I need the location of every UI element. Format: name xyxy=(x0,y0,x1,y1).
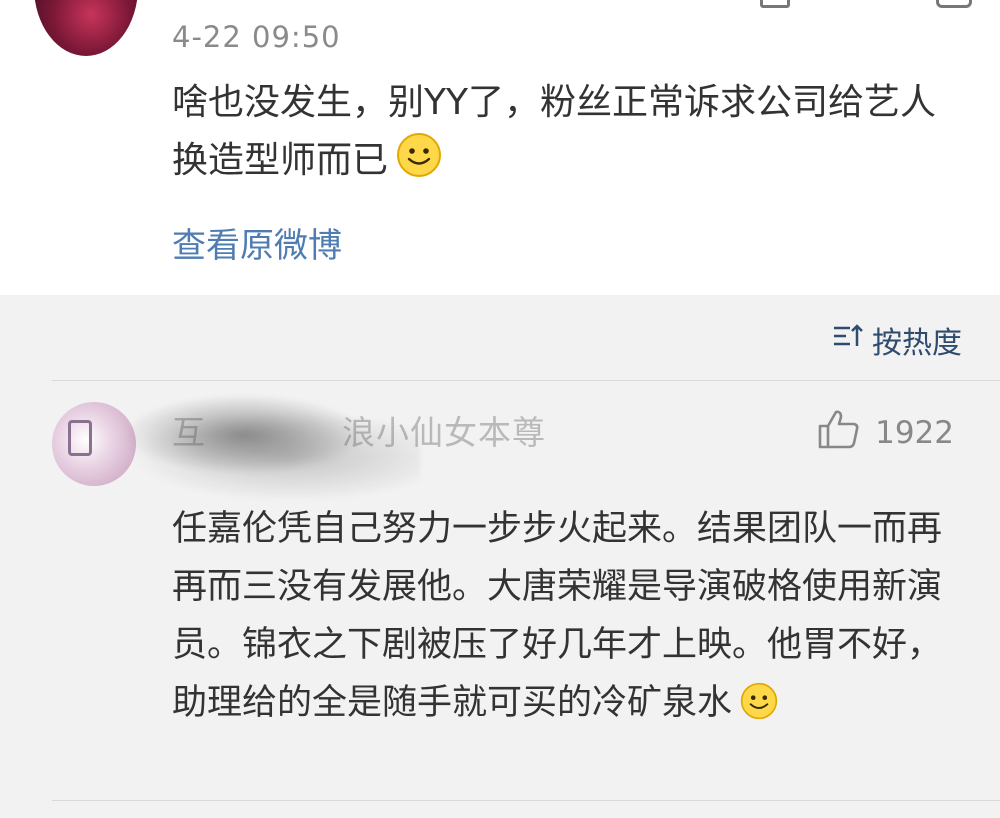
post-date: 4-22 09:50 xyxy=(172,20,341,54)
comment-icon[interactable] xyxy=(936,0,972,8)
comment-like-button[interactable]: 1922 xyxy=(817,408,954,458)
thumbs-up-icon xyxy=(817,408,861,458)
post-author-avatar[interactable] xyxy=(34,0,138,56)
repost-icon[interactable] xyxy=(760,0,790,8)
post-text: 啥也没发生，别YY了，粉丝正常诉求公司给艺人换造型师而已 xyxy=(172,74,962,196)
post-card: 4-22 09:50 啥也没发生，别YY了，粉丝正常诉求公司给艺人换造型师而已 … xyxy=(0,0,1000,295)
sort-by-hot-button[interactable]: 按热度 xyxy=(832,318,962,362)
divider xyxy=(52,800,1000,801)
like-count: 1922 xyxy=(875,415,954,451)
smile-emoji-icon xyxy=(396,132,442,196)
username-blur-mask xyxy=(100,396,420,506)
sort-label: 按热度 xyxy=(872,326,962,361)
post-text-body: 啥也没发生，别YY了，粉丝正常诉求公司给艺人换造型师而已 xyxy=(172,82,936,181)
comment-text-body: 任嘉伦凭自己努力一步步火起来。结果团队一而再再而三没有发展他。大唐荣耀是导演破格… xyxy=(172,509,943,723)
smile-emoji-icon xyxy=(740,680,778,738)
comment-text: 任嘉伦凭自己努力一步步火起来。结果团队一而再再而三没有发展他。大唐荣耀是导演破格… xyxy=(172,500,972,738)
divider xyxy=(52,380,1000,381)
sort-icon xyxy=(832,322,864,358)
view-original-link[interactable]: 查看原微博 xyxy=(172,218,342,267)
